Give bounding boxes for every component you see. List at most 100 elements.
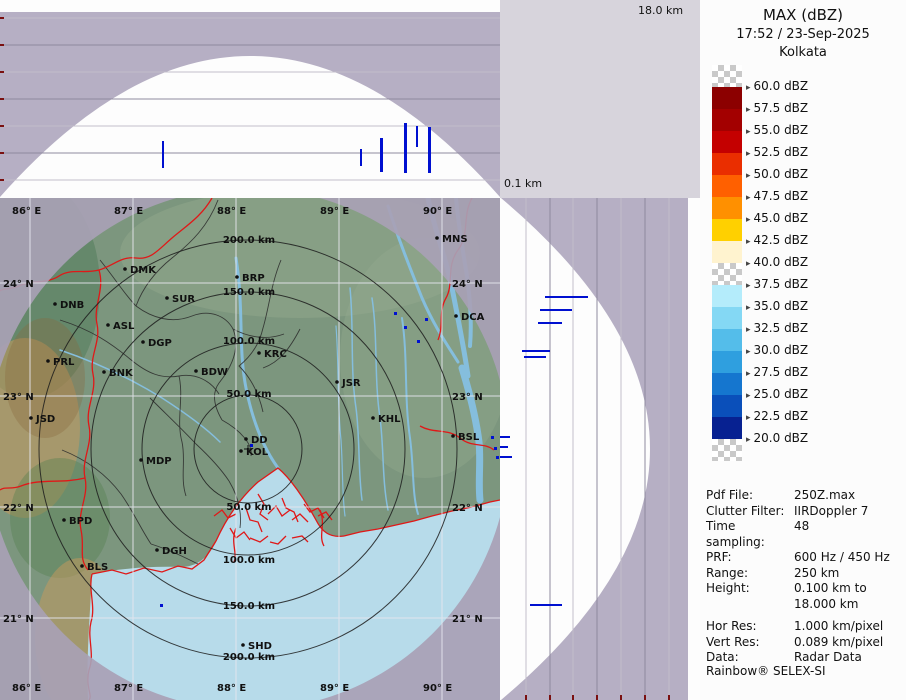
city-label: KRC	[264, 349, 287, 360]
city-dot	[241, 643, 245, 647]
city-label: DNB	[60, 300, 84, 311]
radar-echo	[522, 350, 550, 352]
info-row: Clutter Filter: IIRDoppler 7	[706, 504, 904, 520]
info-key: PRF:	[706, 550, 732, 564]
info-key: Time sampling:	[706, 519, 765, 549]
city-dot	[53, 302, 57, 306]
scale-color-patch	[712, 417, 742, 439]
radar-echo	[160, 604, 163, 607]
scale-label: ▸ 32.5 dBZ	[746, 321, 809, 335]
scale-color-patch	[712, 219, 742, 241]
radar-echo	[404, 326, 407, 329]
radar-echo	[500, 456, 512, 458]
radar-echo	[500, 436, 510, 438]
latitude-label: 23° N	[3, 392, 34, 403]
legend-panel: MAX (dBZ) 17:52 / 23-Sep-2025 Kolkata ▸ 6…	[700, 0, 906, 700]
city-dot	[451, 434, 455, 438]
radar-echo	[404, 123, 407, 173]
city-label: SUR	[172, 294, 195, 305]
info-row: Pdf File: 250Z.max	[706, 488, 904, 504]
scale-label: ▸ 60.0 dBZ	[746, 79, 809, 93]
scale-tick-icon: ▸	[746, 83, 751, 93]
scale-tick-icon: ▸	[746, 369, 751, 379]
radar-echo	[524, 356, 546, 358]
radar-echo	[428, 127, 431, 173]
latitude-label: 21° N	[452, 614, 483, 625]
city-label: PRL	[53, 357, 75, 368]
city-label: KHL	[378, 414, 401, 425]
latitude-label: 22° N	[452, 503, 483, 514]
longitude-label: 88° E	[217, 206, 246, 217]
longitude-label: 87° E	[114, 683, 143, 694]
latitude-label: 24° N	[452, 279, 483, 290]
info-value: IIRDoppler 7	[794, 503, 869, 518]
range-ring-label: 50.0 km	[226, 502, 271, 513]
software-brand: Rainbow® SELEX-SI	[706, 664, 826, 678]
radar-echo	[500, 446, 508, 448]
radar-echo	[496, 456, 499, 459]
info-key: Height:	[706, 581, 750, 595]
scale-tick-icon: ▸	[746, 391, 751, 401]
scale-tick-icon: ▸	[746, 303, 751, 313]
scale-tick-icon: ▸	[746, 347, 751, 357]
scale-color-patch	[712, 87, 742, 109]
city-label: BRP	[242, 273, 265, 284]
radar-echo	[491, 436, 494, 439]
radar-site-name: Kolkata	[779, 45, 827, 60]
info-value: 250 km	[794, 565, 840, 580]
scale-label: ▸ 27.5 dBZ	[746, 365, 809, 379]
product-datetime: 17:52 / 23-Sep-2025	[736, 27, 870, 42]
radar-echo	[360, 149, 362, 166]
radar-echo	[540, 309, 572, 311]
radar-echo	[162, 141, 164, 168]
scale-tick-icon: ▸	[746, 105, 751, 115]
info-key: Range:	[706, 565, 749, 580]
info-value: 250Z.max	[794, 488, 856, 502]
city-label: JSD	[35, 414, 55, 425]
scale-tick-icon: ▸	[746, 149, 751, 159]
range-ring-label: 200.0 km	[223, 652, 275, 663]
right-profile-canvas	[500, 198, 700, 700]
radar-echo	[538, 322, 562, 324]
info-row: Range: 250 km	[706, 566, 904, 582]
scale-tick-icon: ▸	[746, 325, 751, 335]
longitude-label: 89° E	[320, 206, 349, 217]
latitude-label: 23° N	[452, 392, 483, 403]
scale-color-patch	[712, 351, 742, 373]
info-value: 0.089 km/pixel	[794, 634, 884, 649]
radar-echo	[425, 318, 428, 321]
scale-color-patch	[712, 263, 742, 285]
info-row: Hor Res: 1.000 km/pixel	[706, 619, 904, 635]
info-row: PRF: 600 Hz / 450 Hz	[706, 550, 904, 566]
radar-echo	[416, 126, 418, 147]
height-scale-corner: 18.0 km 0.1 km	[500, 0, 700, 198]
city-label: DGP	[148, 338, 172, 349]
scale-label: ▸ 22.5 dBZ	[746, 409, 809, 423]
height-min-label: 0.1 km	[504, 177, 543, 190]
scale-tick-icon: ▸	[746, 193, 751, 203]
scale-tick-icon: ▸	[746, 413, 751, 423]
scale-color-patch	[712, 65, 742, 87]
radar-display-window: 18.0 km 0.1 km 86° E 86° E 87° E 87° E 8…	[0, 0, 906, 700]
scale-color-patch	[712, 175, 742, 197]
top-height-profile-panel[interactable]	[0, 0, 500, 198]
right-height-profile-panel[interactable]	[500, 198, 700, 700]
info-row: Vert Res: 0.089 km/pixel	[706, 635, 904, 651]
scale-color-patch	[712, 197, 742, 219]
scale-label: ▸ 57.5 dBZ	[746, 101, 809, 115]
city-dot	[139, 458, 143, 462]
city-dot	[335, 380, 339, 384]
scale-color-patch	[712, 131, 742, 153]
city-label: DD	[251, 435, 268, 446]
city-dot	[123, 267, 127, 271]
info-row: Height: 0.100 km to 18.000 km	[706, 581, 904, 612]
radar-map-panel[interactable]: 86° E 86° E 87° E 87° E 88° E 88° E 89° E 89° E…	[0, 178, 510, 700]
longitude-label: 90° E	[423, 206, 452, 217]
longitude-label: 90° E	[423, 683, 452, 694]
info-value: 48	[794, 519, 810, 533]
city-dot	[371, 416, 375, 420]
city-label: BSL	[458, 432, 480, 443]
city-label: JSR	[341, 378, 361, 389]
radar-echo	[417, 340, 420, 343]
range-ring-label: 100.0 km	[223, 336, 275, 347]
